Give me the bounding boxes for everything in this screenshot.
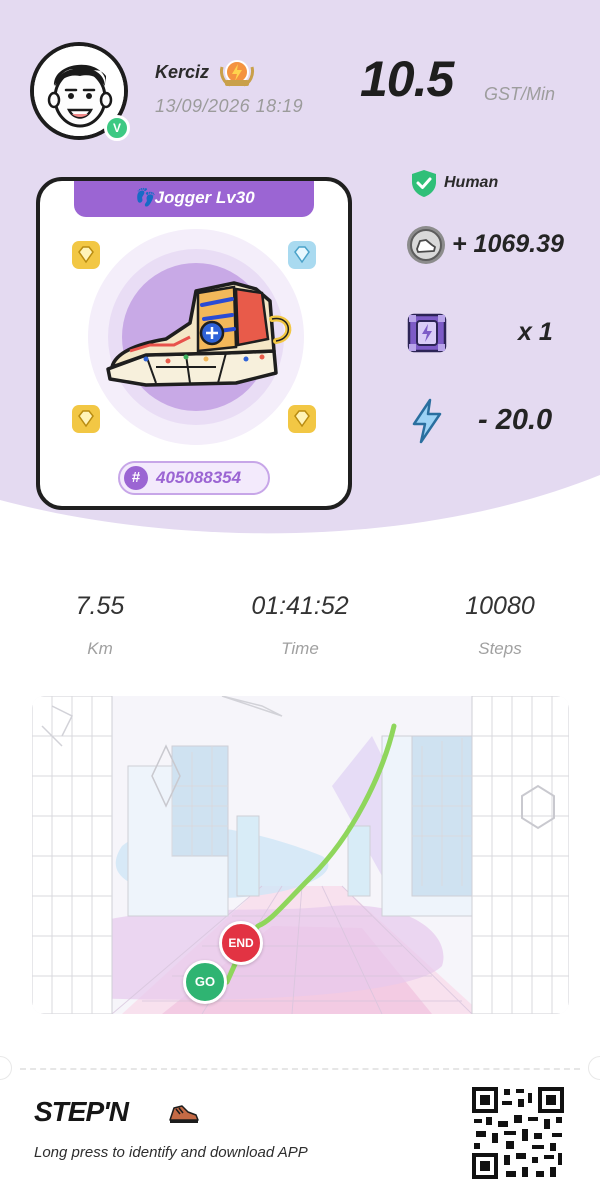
energy-bolt-icon	[412, 398, 442, 444]
sneaker-card[interactable]: 👣Jogger Lv30 # 405088354	[36, 177, 352, 510]
gst-coin-icon	[407, 226, 445, 264]
time-value: 01:41:52	[251, 592, 349, 620]
connoisseur-badge-icon	[220, 60, 254, 87]
sneaker-type-tab: 👣Jogger Lv30	[74, 181, 314, 217]
sneaker-id-pill[interactable]: # 405088354	[118, 461, 270, 495]
earning-rate-value: 10.5	[360, 51, 454, 107]
sneaker-image	[88, 229, 304, 445]
ticket-divider	[20, 1068, 580, 1070]
metric-distance: 7.55 Km	[0, 592, 200, 659]
mystery-box-count: x 1	[518, 318, 553, 346]
username: Kerciz	[155, 62, 210, 82]
sneaker-logo-icon	[169, 1105, 199, 1123]
distance-label: Km	[87, 639, 113, 658]
ticket-notch-left	[0, 1056, 12, 1080]
qr-code-icon[interactable]	[472, 1087, 564, 1179]
steps-value: 10080	[465, 592, 535, 620]
sneaker-id: 405088354	[156, 468, 242, 487]
gst-earned-value: + 1069.39	[452, 230, 564, 258]
steps-label: Steps	[478, 639, 522, 658]
city-route-illustration: 3123567856	[32, 696, 569, 1014]
metric-time: 01:41:52 Time	[200, 592, 400, 659]
energy-spent-value: - 20.0	[478, 404, 553, 436]
verified-badge: V	[104, 115, 130, 141]
download-promo-text: Long press to identify and download APP	[34, 1144, 308, 1161]
mystery-box-icon	[407, 313, 447, 353]
share-card-header: V Kerciz 13/09/2026 18:19 10.5 GST/Min 👣…	[0, 0, 600, 560]
route-end-marker: END	[219, 921, 263, 965]
hash-icon: #	[124, 466, 148, 490]
human-verified-label: Human	[444, 174, 499, 191]
metric-steps: 10080 Steps	[400, 592, 600, 659]
earning-rate-unit: GST/Min	[484, 84, 556, 104]
route-map[interactable]: 3123567856 END GO	[32, 696, 569, 1014]
share-datetime: 13/09/2026 18:19	[155, 96, 304, 116]
sneaker-type-label: Jogger Lv30	[154, 188, 255, 207]
shield-check-icon	[412, 170, 436, 197]
distance-value: 7.55	[75, 592, 125, 620]
time-label: Time	[281, 639, 319, 658]
ticket-notch-right	[588, 1056, 600, 1080]
brand-logo-text: STEP'N	[34, 1096, 129, 1127]
route-start-marker: GO	[183, 960, 227, 1004]
footprints-icon: 👣	[133, 188, 155, 207]
